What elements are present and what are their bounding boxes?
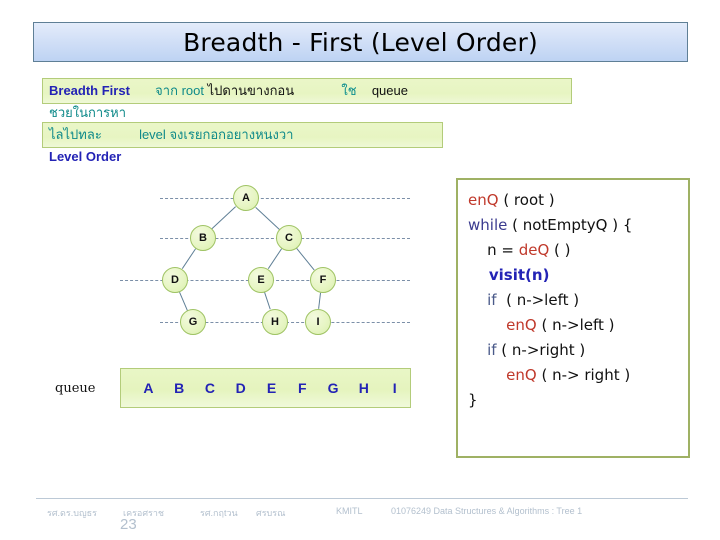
code-token: ( root ) (498, 191, 555, 209)
queue-item-f: F (298, 380, 307, 396)
code-token: ( notEmptyQ ) { (507, 216, 633, 234)
code-line-9: } (468, 388, 688, 413)
queue-label: queue (55, 381, 96, 396)
code-token: while (468, 216, 508, 234)
code-token: enQ (506, 316, 537, 334)
footer-author-a: รศ.ดร.บญธร (47, 508, 97, 518)
code-line-7: if ( n->right ) (468, 338, 688, 363)
description-thai-jak: จาก (155, 84, 178, 99)
code-token: if (468, 341, 497, 359)
footer-author-d: ศรบรณ (256, 508, 286, 518)
footer-author-c: รศ.กฤtวน (200, 508, 238, 518)
tree-edge-b-d (181, 248, 196, 270)
page-title: Breadth - First (Level Order) (183, 27, 538, 57)
code-token: n = (468, 241, 519, 259)
slide-title-bar: Breadth - First (Level Order) (33, 22, 688, 62)
tree-node-e: E (248, 267, 274, 293)
description-thai-help-search: ชวยในการหา (49, 106, 126, 121)
code-token: ( n-> right ) (536, 366, 631, 384)
code-line-1: enQ ( root ) (468, 188, 688, 213)
footer-course: 01076249 Data Structures & Algorithms : … (391, 506, 583, 516)
tree-edge-c-f (296, 248, 315, 271)
tree-node-h: H (262, 309, 288, 335)
description-line-2: ชวยในการหา (49, 106, 126, 120)
code-line-4: visit(n) (468, 263, 688, 288)
queue-item-h: H (358, 380, 369, 396)
code-token: if (468, 291, 497, 309)
tree-node-g: G (180, 309, 206, 335)
queue-item-i: I (392, 380, 397, 396)
code-token: deQ (518, 241, 550, 259)
code-token: ( n->left ) (536, 316, 615, 334)
footer-divider (36, 498, 688, 499)
description-thai-also-called: จงเรยกอกอยางหนงวา (169, 128, 294, 143)
footer-institution: KMITL (336, 506, 363, 516)
code-token: visit(n) (468, 266, 550, 284)
code-token: ( n->right ) (496, 341, 586, 359)
tree-node-c: C (276, 225, 302, 251)
tree-node-d: D (162, 267, 188, 293)
page-number: 23 (120, 516, 137, 533)
code-line-6: enQ ( n->left ) (468, 313, 688, 338)
tree-node-f: F (310, 267, 336, 293)
tree-edge-e-h (264, 292, 271, 310)
description-term-level-order: Level Order (49, 149, 122, 164)
binary-tree-diagram: AB C D E F G HI (120, 185, 430, 345)
queue-item-b: B (174, 380, 185, 396)
description-thai-use: ใช (341, 84, 357, 99)
description-line-1: Breadth First จาก root ไปดานขางกอน ใช qu… (49, 84, 408, 98)
description-word-root: root (181, 83, 204, 98)
code-line-5: if ( n->left ) (468, 288, 688, 313)
description-word-level: level (139, 127, 166, 142)
tree-edge-d-g (179, 291, 188, 311)
description-thai-side-first: ไปดานขางกอน (207, 84, 295, 99)
queue-item-c: C (204, 380, 216, 396)
description-line-3: ไลไปทละ level จงเรยกอกอยางหนงวา (49, 128, 293, 142)
code-token: enQ (506, 366, 537, 384)
code-token: ( n->left ) (496, 291, 580, 309)
tree-level-line-1 (160, 198, 410, 199)
queue-item-d: D (235, 380, 246, 396)
description-term-breadth-first: Breadth First (49, 83, 130, 98)
tree-edge-f-i (318, 292, 322, 310)
code-line-8: enQ ( n-> right ) (468, 363, 688, 388)
tree-edge-a-b (211, 206, 237, 230)
code-token: } (468, 391, 478, 409)
queue-item-e: E (266, 380, 277, 396)
tree-node-i: I (305, 309, 331, 335)
queue-item-g: G (327, 380, 339, 396)
code-token: enQ (468, 191, 499, 209)
tree-node-a: A (233, 185, 259, 211)
tree-edge-a-c (254, 206, 280, 230)
code-token: ( ) (549, 241, 571, 259)
pseudocode-box: enQ ( root ) while ( notEmptyQ ) { n = de… (456, 178, 690, 458)
tree-node-b: B (190, 225, 216, 251)
queue-box: A B C D E F G H I (120, 368, 411, 408)
description-line-4: Level Order (49, 150, 121, 163)
code-line-3: n = deQ ( ) (468, 238, 688, 263)
description-thai-each-level: ไลไปทละ (49, 128, 102, 143)
tree-edge-c-e (267, 248, 282, 270)
description-word-queue: queue (371, 83, 408, 98)
queue-item-a: A (143, 380, 154, 396)
code-line-2: while ( notEmptyQ ) { (468, 213, 688, 238)
